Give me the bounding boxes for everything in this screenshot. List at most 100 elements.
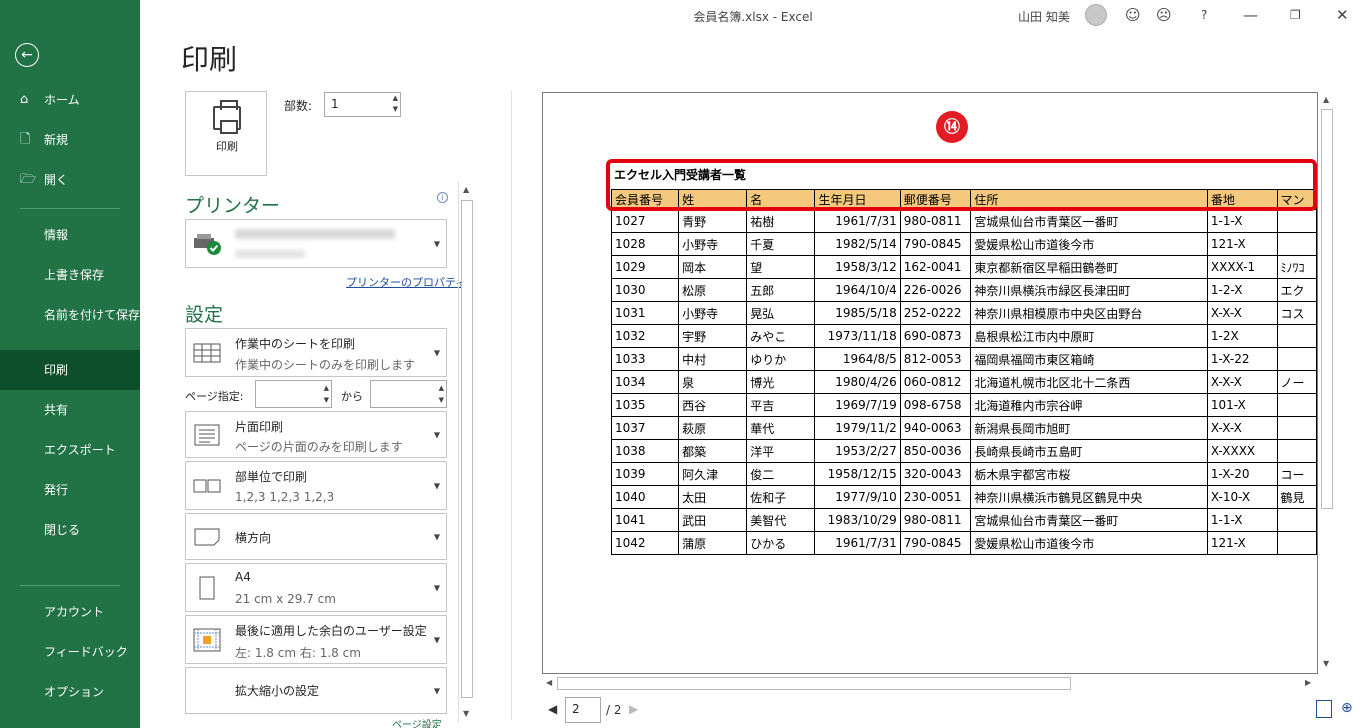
table-cell: 小野寺 — [678, 301, 748, 325]
spin-up-icon[interactable]: ▲ — [324, 384, 329, 392]
nav-info[interactable]: 情報 — [0, 227, 140, 243]
table-cell: X-X-X — [1206, 301, 1278, 325]
prev-page-icon[interactable]: ◀ — [548, 702, 557, 716]
nav-print[interactable]: 印刷 — [0, 350, 140, 390]
table-cell: ノー — [1276, 370, 1317, 394]
table-cell — [1276, 508, 1317, 532]
printer-dropdown[interactable]: ▼ — [185, 219, 447, 268]
table-cell: X-X-X — [1206, 370, 1278, 394]
table-cell: 愛媛県松山市道後今市 — [970, 531, 1208, 555]
table-row: 1042 蒲原 ひかる 1961/7/31 790-0845 愛媛県松山市道後今市 121-… — [610, 531, 1317, 555]
nav-options[interactable]: オプション — [0, 684, 140, 700]
scroll-up-icon[interactable]: ▲ — [463, 185, 469, 194]
chevron-down-icon: ▼ — [433, 635, 440, 644]
nav-home[interactable]: ⌂ ホーム — [0, 92, 140, 108]
avatar[interactable] — [1085, 4, 1107, 26]
nav-new[interactable]: 🗋 新規 — [0, 132, 140, 148]
table-row: 1027 青野 祐樹 1961/7/31 980-0811 宮城県仙台市青葉区一番町 1-1… — [610, 209, 1317, 233]
smile-icon[interactable]: ☺ — [1125, 6, 1141, 24]
print-button[interactable]: 印刷 — [185, 91, 267, 176]
scrollbar-thumb[interactable] — [557, 677, 1071, 690]
preview-vertical-scrollbar[interactable]: ▲ ▼ — [1319, 93, 1335, 673]
nav-publish[interactable]: 発行 — [0, 482, 140, 498]
table-cell: 790-0845 — [899, 531, 972, 555]
scrollbar-thumb[interactable] — [1321, 109, 1333, 509]
paper-size-dropdown[interactable]: A4 21 cm x 29.7 cm ▼ — [185, 563, 447, 612]
restore-icon[interactable]: ❐ — [1290, 8, 1301, 22]
table-cell: 252-0222 — [899, 301, 972, 325]
table-row: 1031 小野寺 晃弘 1985/5/18 252-0222 神奈川県相模原市中央区由野台… — [610, 301, 1317, 325]
table-cell: 1-X-22 — [1206, 347, 1278, 371]
table-cell: 1961/7/31 — [814, 531, 901, 555]
table-cell: 162-0041 — [899, 255, 972, 279]
page-to-stepper[interactable]: ▲ ▼ — [370, 380, 447, 408]
print-preview: ⑭ エクセル入門受講者一覧 会員番号姓名生年月日 郵便番号 住所 番地 マン 1027 青… — [542, 92, 1318, 674]
table-row: 1030 松原 五郎 1964/10/4 226-0026 神奈川県横浜市緑区長津田町 1-… — [610, 278, 1317, 302]
preview-horizontal-scrollbar[interactable]: ◀ ▶ — [543, 676, 1318, 691]
user-name[interactable]: 山田 知美 — [1018, 8, 1070, 25]
table-cell: 都築 — [678, 439, 748, 463]
printer-properties-link[interactable]: プリンターのプロパティ — [346, 274, 466, 290]
nav-account[interactable]: アカウント — [0, 604, 140, 620]
table-cell: 愛媛県松山市道後今市 — [970, 232, 1208, 256]
nav-share[interactable]: 共有 — [0, 402, 140, 418]
table-cell: 850-0036 — [899, 439, 972, 463]
collate-icon — [192, 474, 222, 498]
table-cell: 980-0811 — [899, 209, 972, 233]
table-cell: 1977/9/10 — [814, 485, 901, 509]
page-from-stepper[interactable]: ▲ ▼ — [255, 380, 332, 408]
spin-down-icon[interactable]: ▼ — [393, 105, 398, 113]
scroll-right-icon[interactable]: ▶ — [1305, 678, 1311, 687]
table-cell: 博光 — [746, 370, 816, 394]
dropdown-subtitle: 左: 1.8 cm 右: 1.8 cm — [235, 646, 361, 660]
info-icon[interactable]: i — [437, 192, 448, 203]
page-setup-link[interactable]: ページ設定 — [392, 716, 442, 728]
page-number-input[interactable]: 2 — [565, 697, 601, 723]
panel-divider — [511, 90, 512, 720]
table-cell: 121-X — [1206, 232, 1278, 256]
table-cell: 1-2-X — [1206, 278, 1278, 302]
nav-close[interactable]: 閉じる — [0, 522, 140, 538]
orientation-dropdown[interactable]: 横方向 ▼ — [185, 513, 447, 560]
next-page-icon[interactable]: ▶ — [629, 702, 638, 716]
nav-save[interactable]: 上書き保存 — [0, 267, 140, 283]
minimize-icon[interactable]: — — [1243, 6, 1258, 24]
scaling-dropdown[interactable]: 拡大縮小の設定 ▼ — [185, 667, 447, 714]
table-cell — [1276, 439, 1317, 463]
zoom-to-page-icon[interactable]: ⊕ — [1341, 700, 1353, 716]
spin-up-icon[interactable]: ▲ — [439, 384, 444, 392]
folder-icon: 🗁 — [20, 172, 37, 187]
spin-down-icon[interactable]: ▼ — [324, 396, 329, 404]
print-scope-dropdown[interactable]: 作業中のシートを印刷 作業中のシートのみを印刷します ▼ — [185, 328, 447, 377]
table-body: 1027 青野 祐樹 1961/7/31 980-0811 宮城県仙台市青葉区一番町 1-1… — [610, 209, 1317, 555]
show-margins-icon[interactable] — [1316, 700, 1332, 718]
nav-feedback[interactable]: フィードバック — [0, 644, 140, 660]
table-cell: 蒲原 — [678, 531, 748, 555]
nav-export[interactable]: エクスポート — [0, 442, 140, 458]
copies-value: 1 — [331, 97, 339, 111]
scroll-left-icon[interactable]: ◀ — [546, 678, 552, 687]
nav-save-as[interactable]: 名前を付けて保存 — [0, 307, 140, 323]
preview-table: 会員番号姓名生年月日 郵便番号 住所 番地 マン 1027 青野 祐樹 1961/7/31 98… — [610, 189, 1317, 555]
spin-up-icon[interactable]: ▲ — [393, 94, 398, 102]
scroll-down-icon[interactable]: ▼ — [463, 709, 469, 718]
table-row: 1033 中村 ゆりか 1964/8/5 812-0053 福岡県福岡市東区箱崎 1-X-2… — [610, 347, 1317, 371]
copies-stepper[interactable]: 1 ▲ ▼ — [324, 92, 401, 117]
duplex-dropdown[interactable]: 片面印刷 ページの片面のみを印刷します ▼ — [185, 411, 447, 458]
close-icon[interactable]: ✕ — [1336, 6, 1349, 24]
scroll-down-icon[interactable]: ▼ — [1323, 659, 1329, 668]
scroll-up-icon[interactable]: ▲ — [1323, 95, 1329, 104]
help-icon[interactable]: ? — [1201, 8, 1207, 22]
settings-scrollbar[interactable]: ▲ ▼ — [458, 182, 474, 722]
scrollbar-thumb[interactable] — [461, 200, 473, 698]
frown-icon[interactable]: ☹ — [1156, 6, 1172, 24]
pages-label: ページ指定: — [185, 390, 244, 403]
margins-dropdown[interactable]: 最後に適用した余白のユーザー設定 左: 1.8 cm 右: 1.8 cm ▼ — [185, 615, 447, 664]
back-arrow-icon[interactable]: ← — [15, 43, 39, 67]
table-cell: 福岡県福岡市東区箱崎 — [970, 347, 1208, 371]
table-cell: 阿久津 — [678, 462, 748, 486]
nav-open[interactable]: 🗁 開く — [0, 172, 140, 188]
table-row: 1040 太田 佐和子 1977/9/10 230-0051 神奈川県横浜市鶴見区鶴見中央… — [610, 485, 1317, 509]
collate-dropdown[interactable]: 部単位で印刷 1,2,3 1,2,3 1,2,3 ▼ — [185, 461, 447, 510]
spin-down-icon[interactable]: ▼ — [439, 396, 444, 404]
